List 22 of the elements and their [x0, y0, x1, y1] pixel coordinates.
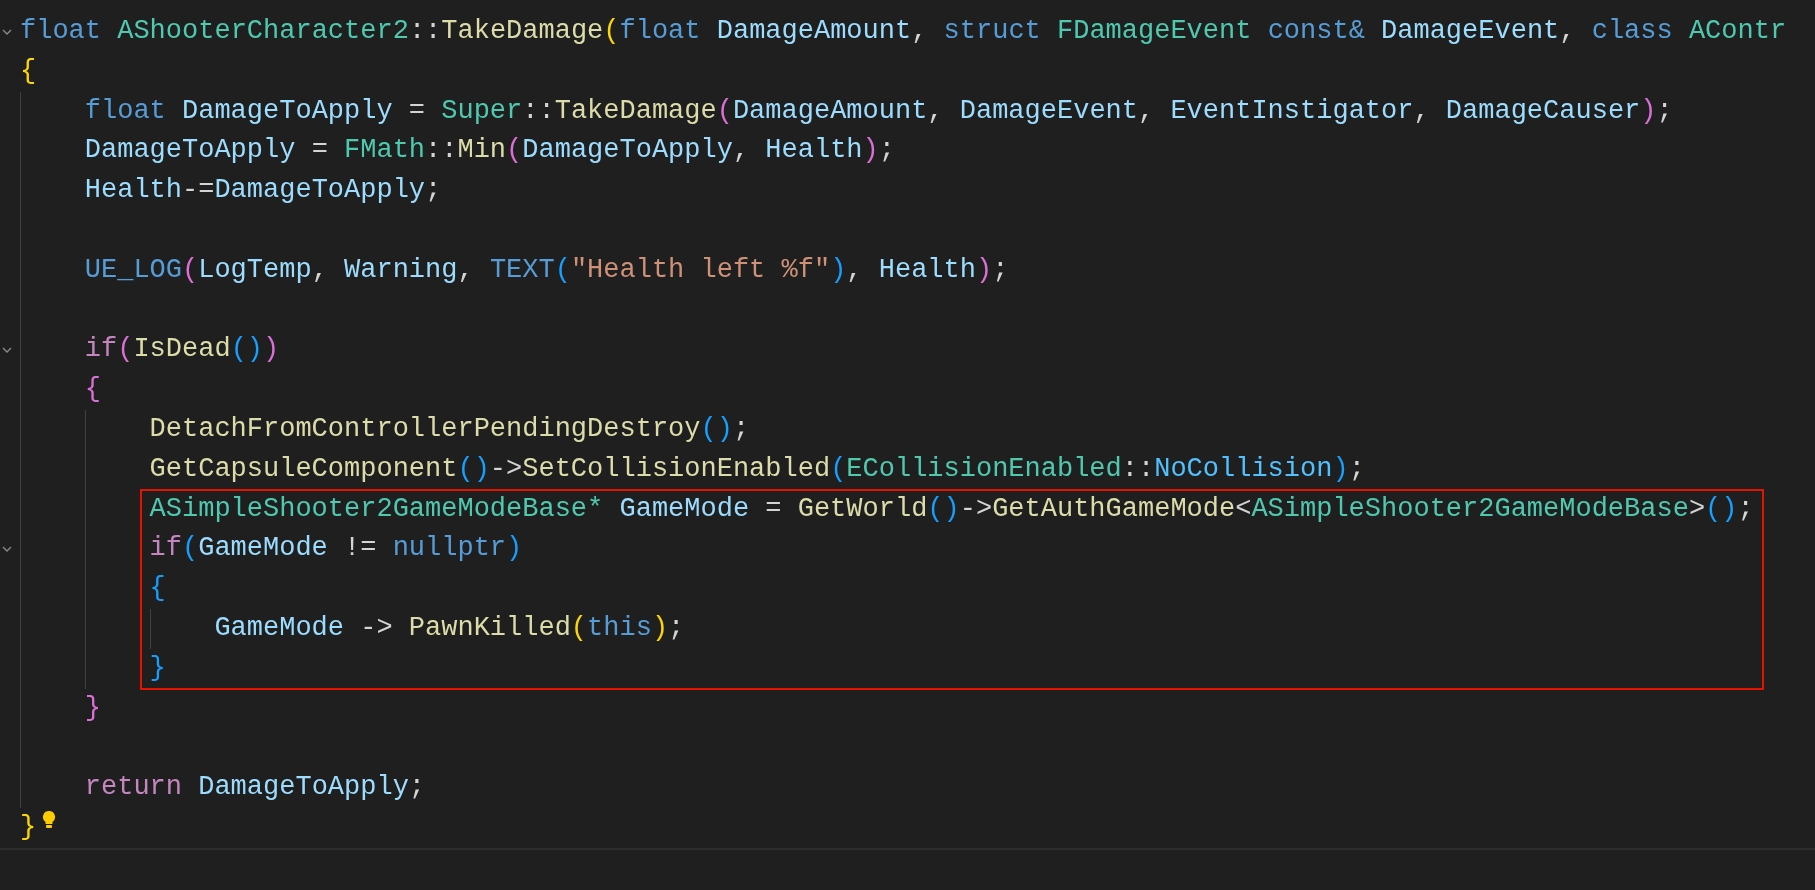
code-line: }: [20, 810, 37, 844]
code-line: GetCapsuleComponent()->SetCollisionEnabled(ECollisionEnabled::NoCollision);: [149, 452, 1365, 486]
fold-chevron-icon[interactable]: [2, 27, 12, 36]
code-line: UE_LOG(LogTemp, Warning, TEXT("Health left %f"), Health);: [84, 253, 1009, 287]
code-line: float DamageToApply = Super::TakeDamage(DamageAmount, DamageEvent, EventInstigator, DamageCauser);: [84, 94, 1673, 128]
code-line: }: [84, 691, 101, 725]
fold-chevron-icon[interactable]: [2, 346, 12, 355]
code-line: DetachFromControllerPendingDestroy();: [149, 412, 750, 446]
code-line: DamageToApply = FMath::Min(DamageToApply, Health);: [84, 134, 895, 168]
fold-chevron-icon[interactable]: [2, 545, 12, 554]
lightbulb-icon[interactable]: [42, 809, 57, 830]
code-line: float AShooterCharacter2::TakeDamage(float DamageAmount, struct FDamageEvent const& DamageEvent, class AContr: [20, 15, 1787, 48]
code-line: }: [149, 651, 166, 685]
code-line: ASimpleShooter2GameModeBase* GameMode = GetWorld()->GetAuthGameMode<ASimpleShooter2GameModeBase>();: [149, 492, 1754, 526]
code-line: if(IsDead()): [84, 333, 280, 367]
code-line: {: [84, 373, 101, 407]
code-line: Health-=DamageToApply;: [84, 174, 442, 208]
code-line: {: [149, 572, 166, 606]
code-line: GameMode -> PawnKilled(this);: [214, 611, 685, 645]
code-line: if(GameMode != nullptr): [149, 532, 523, 566]
code-line: return DamageToApply;: [84, 771, 426, 805]
code-line: {: [20, 54, 37, 88]
